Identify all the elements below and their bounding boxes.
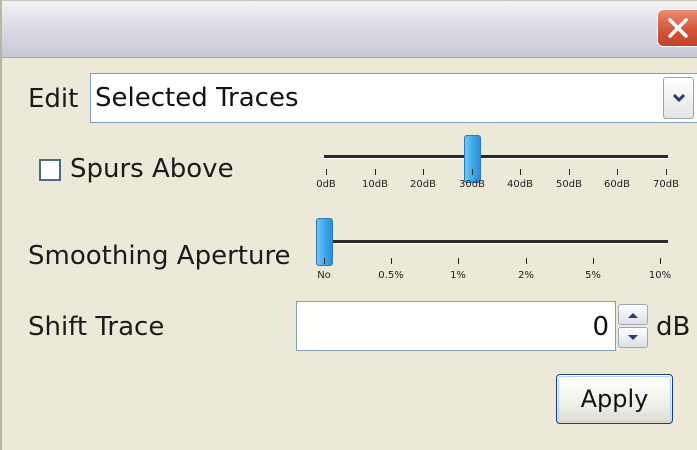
spin-down-button[interactable] <box>618 327 648 348</box>
spurs-slider-tick-label: 30dB <box>459 179 485 190</box>
smoothing-slider-tick-label: 1% <box>450 270 466 281</box>
edit-select[interactable]: Selected Traces <box>90 73 697 123</box>
edit-dropdown-button[interactable] <box>663 77 694 119</box>
close-button[interactable] <box>657 9 697 47</box>
shift-label: Shift Trace <box>28 312 165 342</box>
spurs-slider-tick-label: 60dB <box>604 179 630 190</box>
spin-up-button[interactable] <box>618 304 648 325</box>
smoothing-slider-tick-label: 0.5% <box>378 270 404 281</box>
spurs-slider-tick-label: 20dB <box>410 179 436 190</box>
smoothing-slider-tick <box>391 258 392 264</box>
spurs-slider-tick <box>326 169 327 175</box>
edit-label: Edit <box>28 84 79 114</box>
smoothing-slider-tick <box>593 258 594 264</box>
smoothing-label: Smoothing Aperture <box>28 241 291 271</box>
spurs-slider-tick-label: 0dB <box>316 179 336 190</box>
apply-button[interactable]: Apply <box>556 374 673 424</box>
spurs-slider-thumb[interactable] <box>464 135 481 183</box>
spurs-slider-tick <box>423 169 424 175</box>
dialog-window: Edit Selected Traces Spurs Above 0dB 10dB… <box>0 0 697 450</box>
chevron-down-icon <box>672 93 685 103</box>
smoothing-slider-tick-label: 2% <box>518 270 534 281</box>
shift-trace-spinner[interactable] <box>618 304 648 348</box>
spurs-slider-tick <box>472 169 473 175</box>
shift-unit-label: dB <box>656 312 691 342</box>
spurs-slider-tick-label: 70dB <box>653 179 679 190</box>
spurs-label: Spurs Above <box>70 154 234 184</box>
edit-selected-value: Selected Traces <box>95 83 299 113</box>
chevron-up-icon <box>628 312 638 318</box>
smoothing-slider-tick-label: 10% <box>648 270 672 281</box>
spurs-checkbox[interactable] <box>39 159 61 181</box>
smoothing-slider-tick <box>526 258 527 264</box>
smoothing-slider-tick-label: 5% <box>585 270 601 281</box>
smoothing-slider[interactable]: No 0.5% 1% 2% 5% 10% <box>316 218 672 288</box>
title-bar[interactable] <box>2 1 697 58</box>
spurs-slider-tick-label: 40dB <box>507 179 533 190</box>
spurs-slider-tick <box>666 169 667 175</box>
spurs-slider-track <box>324 155 668 159</box>
shift-trace-value: 0 <box>592 312 609 342</box>
close-icon <box>667 18 688 38</box>
smoothing-slider-tick <box>660 258 661 264</box>
spurs-slider-tick <box>520 169 521 175</box>
spurs-slider[interactable]: 0dB 10dB 20dB 30dB 40dB 50dB 60dB 70dB <box>316 135 679 205</box>
spurs-slider-tick-label: 10dB <box>362 179 388 190</box>
smoothing-slider-track <box>324 240 668 244</box>
chevron-down-icon <box>628 334 638 340</box>
shift-trace-input[interactable]: 0 <box>296 301 616 351</box>
spurs-slider-tick-label: 50dB <box>556 179 582 190</box>
smoothing-slider-tick <box>458 258 459 264</box>
smoothing-slider-tick-label: No <box>317 270 331 281</box>
spurs-slider-tick <box>617 169 618 175</box>
smoothing-slider-tick <box>324 258 325 264</box>
spurs-slider-tick <box>569 169 570 175</box>
spurs-slider-tick <box>375 169 376 175</box>
